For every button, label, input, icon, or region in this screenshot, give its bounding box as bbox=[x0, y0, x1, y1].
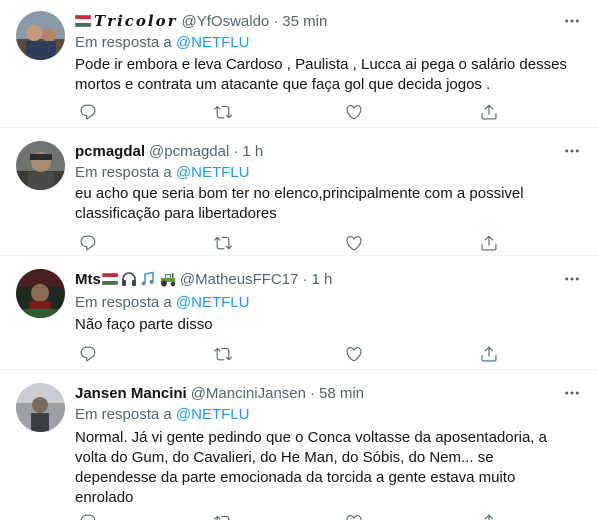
tweet[interactable]: 𝑻𝒓𝒊𝒄𝒐𝒍𝒐𝒓 @YfOswaldo · 35 min Em resposta… bbox=[0, 0, 598, 128]
separator-dot: · bbox=[233, 142, 239, 160]
display-name[interactable]: Jansen Mancini bbox=[75, 385, 187, 402]
reply-icon[interactable] bbox=[78, 512, 98, 520]
reply-context: Em resposta a @NETFLU bbox=[75, 164, 249, 181]
tweet-text: Pode ir embora e leva Cardoso , Paulista… bbox=[75, 56, 567, 93]
user-handle[interactable]: @YfOswaldo bbox=[182, 13, 270, 30]
tweet-text: Normal. Já vi gente pedindo que o Conca … bbox=[75, 429, 547, 506]
separator-dot: · bbox=[273, 12, 279, 30]
display-name[interactable]: pcmagdal bbox=[75, 143, 145, 160]
reply-context: Em resposta a @NETFLU bbox=[75, 406, 249, 423]
tweet-text: Não faço parte disso bbox=[75, 316, 213, 333]
music-notes-icon bbox=[140, 271, 156, 287]
share-icon[interactable] bbox=[479, 102, 499, 122]
action-bar bbox=[75, 233, 500, 253]
reply-icon[interactable] bbox=[78, 102, 98, 122]
tractor-icon bbox=[159, 271, 177, 287]
more-icon[interactable] bbox=[562, 269, 582, 289]
more-icon[interactable] bbox=[562, 383, 582, 403]
reply-icon[interactable] bbox=[78, 344, 98, 364]
timestamp[interactable]: 1 h bbox=[311, 271, 332, 288]
avatar[interactable] bbox=[16, 383, 65, 432]
like-icon[interactable] bbox=[344, 512, 364, 520]
like-icon[interactable] bbox=[344, 344, 364, 364]
timestamp[interactable]: 35 min bbox=[282, 13, 327, 30]
more-icon[interactable] bbox=[562, 11, 582, 31]
retweet-icon[interactable] bbox=[213, 512, 233, 520]
reply-prefix: Em resposta a bbox=[75, 34, 172, 51]
display-name[interactable]: 𝑻𝒓𝒊𝒄𝒐𝒍𝒐𝒓 bbox=[94, 12, 178, 30]
user-handle[interactable]: @pcmagdal bbox=[149, 143, 229, 160]
display-name[interactable]: Mts bbox=[75, 271, 101, 288]
more-icon[interactable] bbox=[562, 141, 582, 161]
retweet-icon[interactable] bbox=[213, 233, 233, 253]
tweet-text: eu acho que seria bom ter no elenco,prin… bbox=[75, 185, 524, 222]
hungary-flag-icon bbox=[75, 15, 91, 27]
retweet-icon[interactable] bbox=[213, 102, 233, 122]
like-icon[interactable] bbox=[344, 233, 364, 253]
hungary-flag-icon bbox=[101, 273, 118, 285]
reply-context: Em resposta a @NETFLU bbox=[75, 34, 249, 51]
timestamp[interactable]: 58 min bbox=[319, 385, 364, 402]
reply-prefix: Em resposta a bbox=[75, 406, 172, 423]
tweet[interactable]: Mts @MatheusFFC17 · 1 h Em resposta a @N… bbox=[0, 256, 598, 370]
reply-context: Em resposta a @NETFLU bbox=[75, 294, 249, 311]
timestamp[interactable]: 1 h bbox=[242, 143, 263, 160]
action-bar bbox=[75, 512, 500, 520]
reply-mention-link[interactable]: @NETFLU bbox=[176, 164, 250, 181]
reply-mention-link[interactable]: @NETFLU bbox=[176, 406, 250, 423]
separator-dot: · bbox=[310, 384, 315, 402]
reply-prefix: Em resposta a bbox=[75, 294, 172, 311]
user-handle[interactable]: @MatheusFFC17 bbox=[180, 271, 299, 288]
reply-prefix: Em resposta a bbox=[75, 164, 172, 181]
like-icon[interactable] bbox=[344, 102, 364, 122]
user-handle[interactable]: @ManciniJansen bbox=[191, 385, 306, 402]
retweet-icon[interactable] bbox=[213, 344, 233, 364]
share-icon[interactable] bbox=[479, 512, 499, 520]
headphones-icon bbox=[121, 271, 137, 287]
share-icon[interactable] bbox=[479, 233, 499, 253]
reply-mention-link[interactable]: @NETFLU bbox=[176, 294, 250, 311]
reply-mention-link[interactable]: @NETFLU bbox=[176, 34, 250, 51]
separator-dot: · bbox=[302, 270, 308, 288]
avatar[interactable] bbox=[16, 11, 65, 60]
action-bar bbox=[75, 102, 500, 122]
share-icon[interactable] bbox=[479, 344, 499, 364]
avatar[interactable] bbox=[16, 269, 65, 318]
tweet[interactable]: Jansen Mancini @ManciniJansen · 58 min E… bbox=[0, 370, 598, 520]
avatar[interactable] bbox=[16, 141, 65, 190]
action-bar bbox=[75, 344, 500, 364]
tweet[interactable]: pcmagdal @pcmagdal · 1 h Em resposta a @… bbox=[0, 128, 598, 256]
reply-icon[interactable] bbox=[78, 233, 98, 253]
